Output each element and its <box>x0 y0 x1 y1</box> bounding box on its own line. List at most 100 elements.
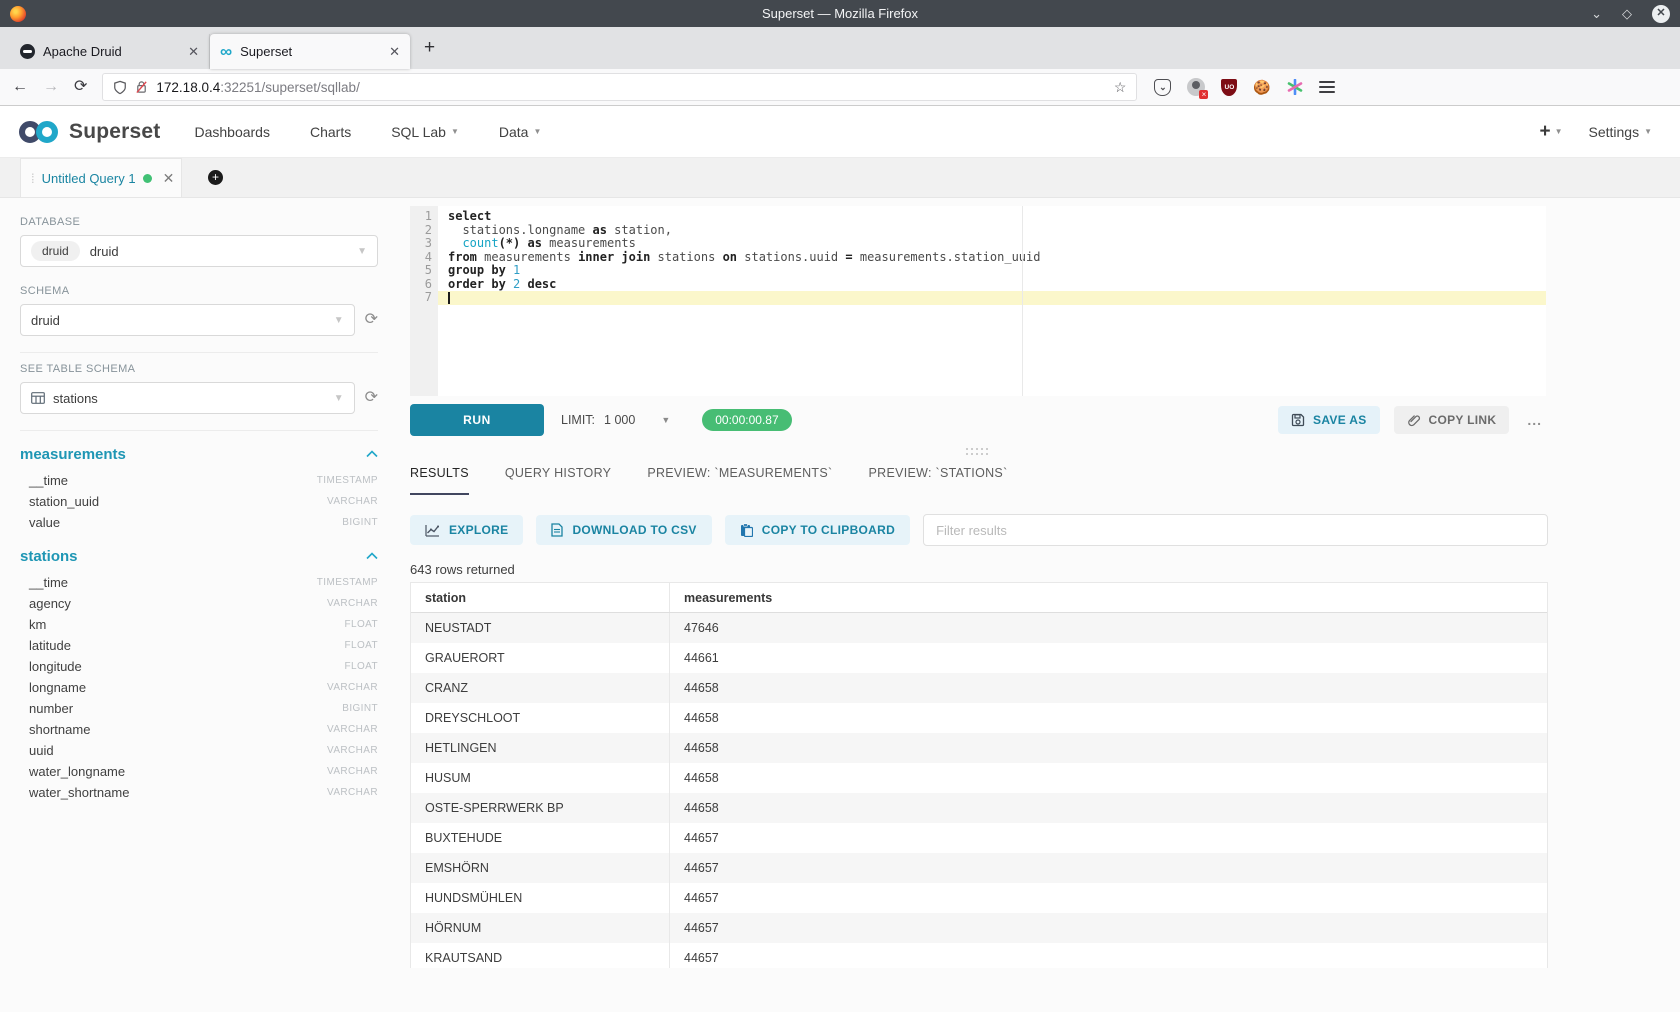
table-schema-label: SEE TABLE SCHEMA <box>20 363 378 375</box>
account-extension-icon[interactable] <box>1187 78 1205 96</box>
schema-column-row: water_longnameVARCHAR <box>20 761 378 782</box>
pocket-icon[interactable]: ⌄ <box>1154 79 1171 96</box>
table-schema-list: measurements__timeTIMESTAMPstation_uuidV… <box>20 445 378 803</box>
cell-station: GRAUERORT <box>411 643 670 673</box>
results-tab-preview-measurements[interactable]: PREVIEW: `MEASUREMENTS` <box>647 466 832 495</box>
cell-station: BUXTEHUDE <box>411 823 670 853</box>
settings-menu[interactable]: Settings▼ <box>1588 124 1652 140</box>
results-tab-results[interactable]: RESULTS <box>410 466 469 495</box>
tab-close-icon[interactable]: ✕ <box>389 44 400 60</box>
add-new-button[interactable]: +▼ <box>1539 121 1562 143</box>
schema-table-name: measurements <box>20 446 126 463</box>
minimize-icon[interactable]: ⌄ <box>1591 7 1602 20</box>
nav-item-data[interactable]: Data▼ <box>499 124 542 140</box>
cookie-extension-icon[interactable]: 🍪 <box>1253 80 1270 94</box>
more-options-button[interactable]: ... <box>1523 412 1546 428</box>
table-row: HUNDSMÜHLEN44657 <box>411 883 1547 913</box>
editor-toolbar: RUN LIMIT: 1 000 ▼ 00:00:00.87 SAVE AS <box>410 404 1546 436</box>
schema-select[interactable]: druid ▼ <box>20 304 355 336</box>
column-type: VARCHAR <box>327 496 378 507</box>
close-icon[interactable]: ✕ <box>1652 5 1670 23</box>
clipboard-icon <box>740 523 753 537</box>
code-line[interactable]: stations.longname as station, <box>438 224 1546 238</box>
copy-link-button[interactable]: COPY LINK <box>1394 406 1510 434</box>
gutter-line-number: 4 <box>410 251 432 265</box>
editor-code[interactable]: select stations.longname as station, cou… <box>438 206 1546 396</box>
schema-value: druid <box>31 313 60 328</box>
query-tab-untitled-query-1[interactable]: ⁞ Untitled Query 1 ✕ <box>20 158 182 197</box>
results-tab-preview-stations[interactable]: PREVIEW: `STATIONS` <box>868 466 1007 495</box>
asterisk-extension-icon[interactable] <box>1287 79 1303 95</box>
column-type: TIMESTAMP <box>317 475 378 486</box>
ublock-origin-icon[interactable]: UO <box>1221 79 1237 96</box>
browser-tab-apache-druid[interactable]: Apache Druid ✕ <box>10 34 210 69</box>
back-icon[interactable]: ← <box>12 79 28 95</box>
nav-item-charts[interactable]: Charts <box>310 124 351 140</box>
url-bar[interactable]: 172.18.0.4:32251/superset/sqllab/ ☆ <box>102 73 1137 101</box>
cell-measurements: 44658 <box>670 733 1547 763</box>
reload-icon[interactable]: ⟳ <box>74 79 87 95</box>
refresh-tables-icon[interactable]: ⟳ <box>365 390 378 406</box>
cell-station: OSTE-SPERRWERK BP <box>411 793 670 823</box>
cell-measurements: 47646 <box>670 613 1547 643</box>
cell-measurements: 44661 <box>670 643 1547 673</box>
browser-tab-superset[interactable]: ∞ Superset ✕ <box>210 34 410 69</box>
sql-editor[interactable]: 1234567 select stations.longname as stat… <box>410 206 1546 396</box>
cell-measurements: 44658 <box>670 763 1547 793</box>
caret-down-icon: ▼ <box>451 127 459 136</box>
code-line[interactable]: from measurements inner join stations on… <box>438 251 1546 265</box>
schema-column-row: water_shortnameVARCHAR <box>20 782 378 803</box>
results-tab-bar: RESULTS QUERY HISTORY PREVIEW: `MEASUREMEN… <box>410 466 1008 495</box>
limit-dropdown-icon[interactable]: ▼ <box>661 415 670 425</box>
database-label: DATABASE <box>20 216 378 228</box>
nav-item-dashboards[interactable]: Dashboards <box>194 124 270 140</box>
tab-close-icon[interactable]: ✕ <box>188 44 199 60</box>
link-icon <box>1407 413 1421 427</box>
run-button[interactable]: RUN <box>410 404 544 436</box>
filter-results-input[interactable] <box>923 514 1548 546</box>
superset-logo[interactable]: Superset <box>16 118 160 146</box>
gutter-line-number: 6 <box>410 278 432 292</box>
code-line[interactable]: count(*) as measurements <box>438 237 1546 251</box>
refresh-schemas-icon[interactable]: ⟳ <box>365 312 378 328</box>
explore-button[interactable]: EXPLORE <box>410 515 523 545</box>
code-line[interactable]: order by 2 desc <box>438 278 1546 292</box>
download-csv-button[interactable]: DOWNLOAD TO CSV <box>536 515 711 545</box>
query-tab-close-icon[interactable]: ✕ <box>163 170 175 187</box>
nav-item-sql-lab[interactable]: SQL Lab▼ <box>391 124 459 140</box>
gutter-line-number: 7 <box>410 291 432 305</box>
column-type: VARCHAR <box>327 682 378 693</box>
column-header-measurements[interactable]: measurements <box>670 583 1547 612</box>
code-line[interactable] <box>438 291 1546 305</box>
cell-measurements: 44657 <box>670 823 1547 853</box>
insecure-lock-icon[interactable] <box>135 80 148 94</box>
tracking-shield-icon[interactable] <box>113 80 127 95</box>
drag-handle-icon[interactable]: ⁞ <box>31 171 35 186</box>
column-name: water_longname <box>29 764 125 779</box>
column-header-station[interactable]: station <box>411 583 670 612</box>
table-select[interactable]: stations ▼ <box>20 382 355 414</box>
copy-to-clipboard-button[interactable]: COPY TO CLIPBOARD <box>725 515 910 545</box>
code-line[interactable]: select <box>438 210 1546 224</box>
cell-station: KRAUTSAND <box>411 943 670 968</box>
add-query-tab-button[interactable]: + <box>208 170 223 185</box>
forward-icon[interactable]: → <box>43 79 59 95</box>
results-tab-query-history[interactable]: QUERY HISTORY <box>505 466 611 495</box>
new-tab-button[interactable]: + <box>410 37 449 59</box>
code-line[interactable]: group by 1 <box>438 264 1546 278</box>
bookmark-star-icon[interactable]: ☆ <box>1114 79 1127 96</box>
database-select[interactable]: druid druid ▼ <box>20 235 378 267</box>
superset-infinity-icon <box>16 118 62 146</box>
table-row: DREYSCHLOOT44658 <box>411 703 1547 733</box>
cell-measurements: 44657 <box>670 913 1547 943</box>
save-as-button[interactable]: SAVE AS <box>1278 406 1379 434</box>
collapse-chevron-icon[interactable] <box>366 547 378 565</box>
pane-resizer[interactable] <box>410 448 1546 456</box>
nav-item-label: Dashboards <box>194 124 270 140</box>
file-icon <box>551 523 563 537</box>
collapse-chevron-icon[interactable] <box>366 445 378 463</box>
limit-label: LIMIT: <box>561 413 595 427</box>
maximize-icon[interactable]: ◇ <box>1622 7 1632 20</box>
menu-icon[interactable] <box>1319 81 1335 93</box>
schema-column-row: numberBIGINT <box>20 698 378 719</box>
